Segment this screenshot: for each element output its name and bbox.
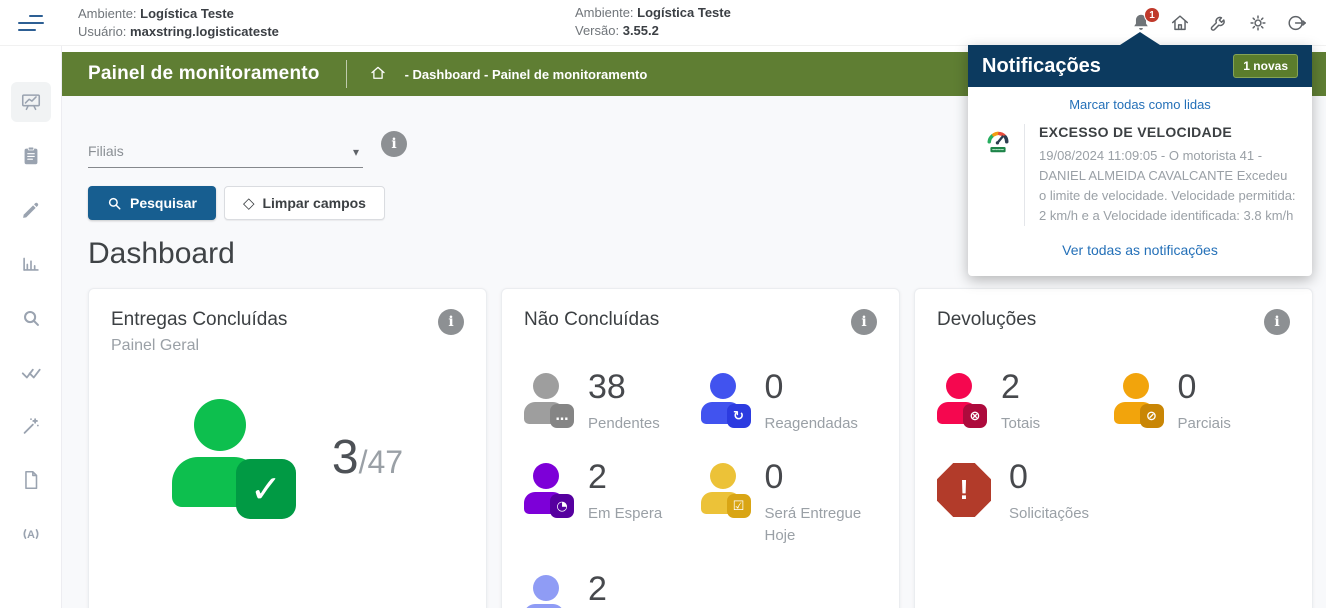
person-refresh-icon: ↻ — [701, 373, 747, 425]
notifications-popup: Notificações 1 novas Marcar todas como l… — [968, 45, 1312, 276]
sidebar-item-broadcast[interactable]: A — [11, 514, 51, 554]
filiais-info-button[interactable]: i — [381, 131, 407, 157]
search-button[interactable]: Pesquisar — [88, 186, 216, 220]
settings-gear-icon[interactable] — [1247, 12, 1269, 34]
calendar-check-badge-icon: ☑ — [727, 494, 751, 518]
concluded-count: 3 — [332, 431, 359, 484]
usuario-value: maxstring.logisticateste — [130, 24, 279, 39]
card-info-button[interactable]: i — [851, 309, 877, 335]
card-entregas-concluidas: Entregas Concluídas Painel Geral i ✓ 3/4… — [88, 288, 487, 608]
card-subtitle: Painel Geral — [111, 337, 287, 355]
warning-octagon-icon: ! — [937, 463, 991, 517]
sidebar-item-dashboard[interactable] — [11, 82, 51, 122]
search-icon — [107, 196, 122, 211]
stat-em-espera: ◔ 2 Em Espera — [524, 459, 701, 547]
notifications-header: Notificações 1 novas — [968, 45, 1312, 87]
eraser-icon: ◇ — [243, 194, 255, 212]
versao-value: 3.55.2 — [623, 23, 659, 38]
environment-info-center: Ambiente: Logística Teste Versão: 3.55.2 — [575, 4, 731, 40]
notifications-title: Notificações — [982, 55, 1101, 78]
circle-x-badge-icon: ⊗ — [963, 404, 987, 428]
refresh-badge-icon: ↻ — [727, 404, 751, 428]
chevron-down-icon: ▾ — [353, 145, 359, 159]
mark-all-read-link[interactable]: Marcar todas como lidas — [984, 97, 1296, 112]
notification-title: EXCESSO DE VELOCIDADE — [1039, 124, 1296, 140]
notifications-bell-icon[interactable]: 1 — [1130, 12, 1152, 34]
ambiente-label: Ambiente: — [78, 6, 137, 21]
sidebar-item-documents[interactable] — [11, 460, 51, 500]
filiais-select[interactable]: Filiais ▾ — [88, 120, 363, 168]
sidebar-item-search[interactable] — [11, 298, 51, 338]
card-title: Devoluções — [937, 309, 1036, 331]
sidebar-item-tasks[interactable] — [11, 136, 51, 176]
card-devolucoes: Devoluções i ⊗ 2 Totais — [914, 288, 1313, 608]
magic-wand-icon — [20, 415, 42, 437]
stat-cutoff: 2 — [524, 571, 701, 608]
versao-label: Versão: — [575, 23, 619, 38]
clock-badge-icon: ◔ — [550, 494, 574, 518]
sidebar-item-wizard[interactable] — [11, 406, 51, 446]
person-pending-icon: … — [524, 373, 570, 425]
sidebar-item-approvals[interactable] — [11, 352, 51, 392]
speedometer-icon — [984, 124, 1024, 226]
person-calendar-icon: ☑ — [701, 463, 747, 515]
broadcast-icon: A — [20, 523, 42, 545]
logout-icon[interactable] — [1286, 12, 1308, 34]
bar-chart-icon — [20, 253, 42, 275]
check-badge-icon: ✓ — [236, 459, 296, 519]
person-cancel-icon: ⊗ — [937, 373, 983, 425]
notification-item[interactable]: EXCESSO DE VELOCIDADE 19/08/2024 11:09:0… — [984, 124, 1296, 226]
clipboard-icon — [20, 145, 42, 167]
stat-solicitacoes: ! 0 Solicitações — [937, 459, 1114, 525]
popup-pointer — [1120, 32, 1160, 45]
stat-parciais: ⊘ 0 Parciais — [1114, 369, 1291, 435]
sidebar-item-edit[interactable] — [11, 190, 51, 230]
pencil-icon — [20, 199, 42, 221]
page-header-title: Painel de monitoramento — [88, 63, 320, 85]
home-icon[interactable] — [1169, 12, 1191, 34]
card-info-button[interactable]: i — [1264, 309, 1290, 335]
notification-description: 19/08/2024 11:09:05 - O motorista 41 - D… — [1039, 146, 1296, 226]
environment-info-left: Ambiente: Logística Teste Usuário: maxst… — [78, 5, 279, 41]
card-title: Não Concluídas — [524, 309, 659, 331]
person-icon — [524, 575, 570, 608]
ellipsis-badge-icon: … — [550, 404, 574, 428]
notification-count-badge: 1 — [1144, 7, 1160, 23]
card-info-button[interactable]: i — [438, 309, 464, 335]
usuario-label: Usuário: — [78, 24, 126, 39]
tools-wrench-icon[interactable] — [1208, 12, 1230, 34]
stat-sera-entregue-hoje: ☑ 0 Será Entregue Hoje — [701, 459, 878, 547]
prohibited-badge-icon: ⊘ — [1140, 404, 1164, 428]
stat-pendentes: … 38 Pendentes — [524, 369, 701, 435]
entregas-concluidas-stat: ✓ 3/47 — [111, 399, 464, 515]
double-check-icon — [20, 361, 42, 383]
breadcrumb: - Dashboard - Painel de monitoramento — [405, 67, 648, 82]
person-check-icon: ✓ — [172, 399, 302, 515]
card-title: Entregas Concluídas — [111, 309, 287, 331]
person-prohibited-icon: ⊘ — [1114, 373, 1160, 425]
svg-text:A: A — [27, 529, 35, 541]
stat-totais: ⊗ 2 Totais — [937, 369, 1114, 435]
total-count: /47 — [359, 444, 403, 480]
ambiente-value: Logística Teste — [140, 6, 234, 21]
menu-toggle-icon[interactable] — [0, 15, 62, 31]
divider — [346, 60, 347, 88]
new-notifications-badge: 1 novas — [1233, 54, 1298, 78]
card-nao-concluidas: Não Concluídas i … 38 Pendentes — [501, 288, 900, 608]
person-clock-icon: ◔ — [524, 463, 570, 515]
view-all-notifications-link[interactable]: Ver todas as notificações — [984, 242, 1296, 258]
breadcrumb-home-icon[interactable] — [369, 64, 387, 84]
presentation-chart-icon — [20, 91, 42, 113]
dashboard-cards: Entregas Concluídas Painel Geral i ✓ 3/4… — [88, 288, 1313, 608]
document-icon — [20, 469, 42, 491]
clear-fields-button[interactable]: ◇ Limpar campos — [224, 186, 385, 220]
stat-reagendadas: ↻ 0 Reagendadas — [701, 369, 878, 435]
search-icon — [20, 307, 42, 329]
sidebar-item-reports[interactable] — [11, 244, 51, 284]
sidebar-nav: A — [0, 46, 62, 608]
filiais-placeholder: Filiais — [88, 143, 124, 159]
